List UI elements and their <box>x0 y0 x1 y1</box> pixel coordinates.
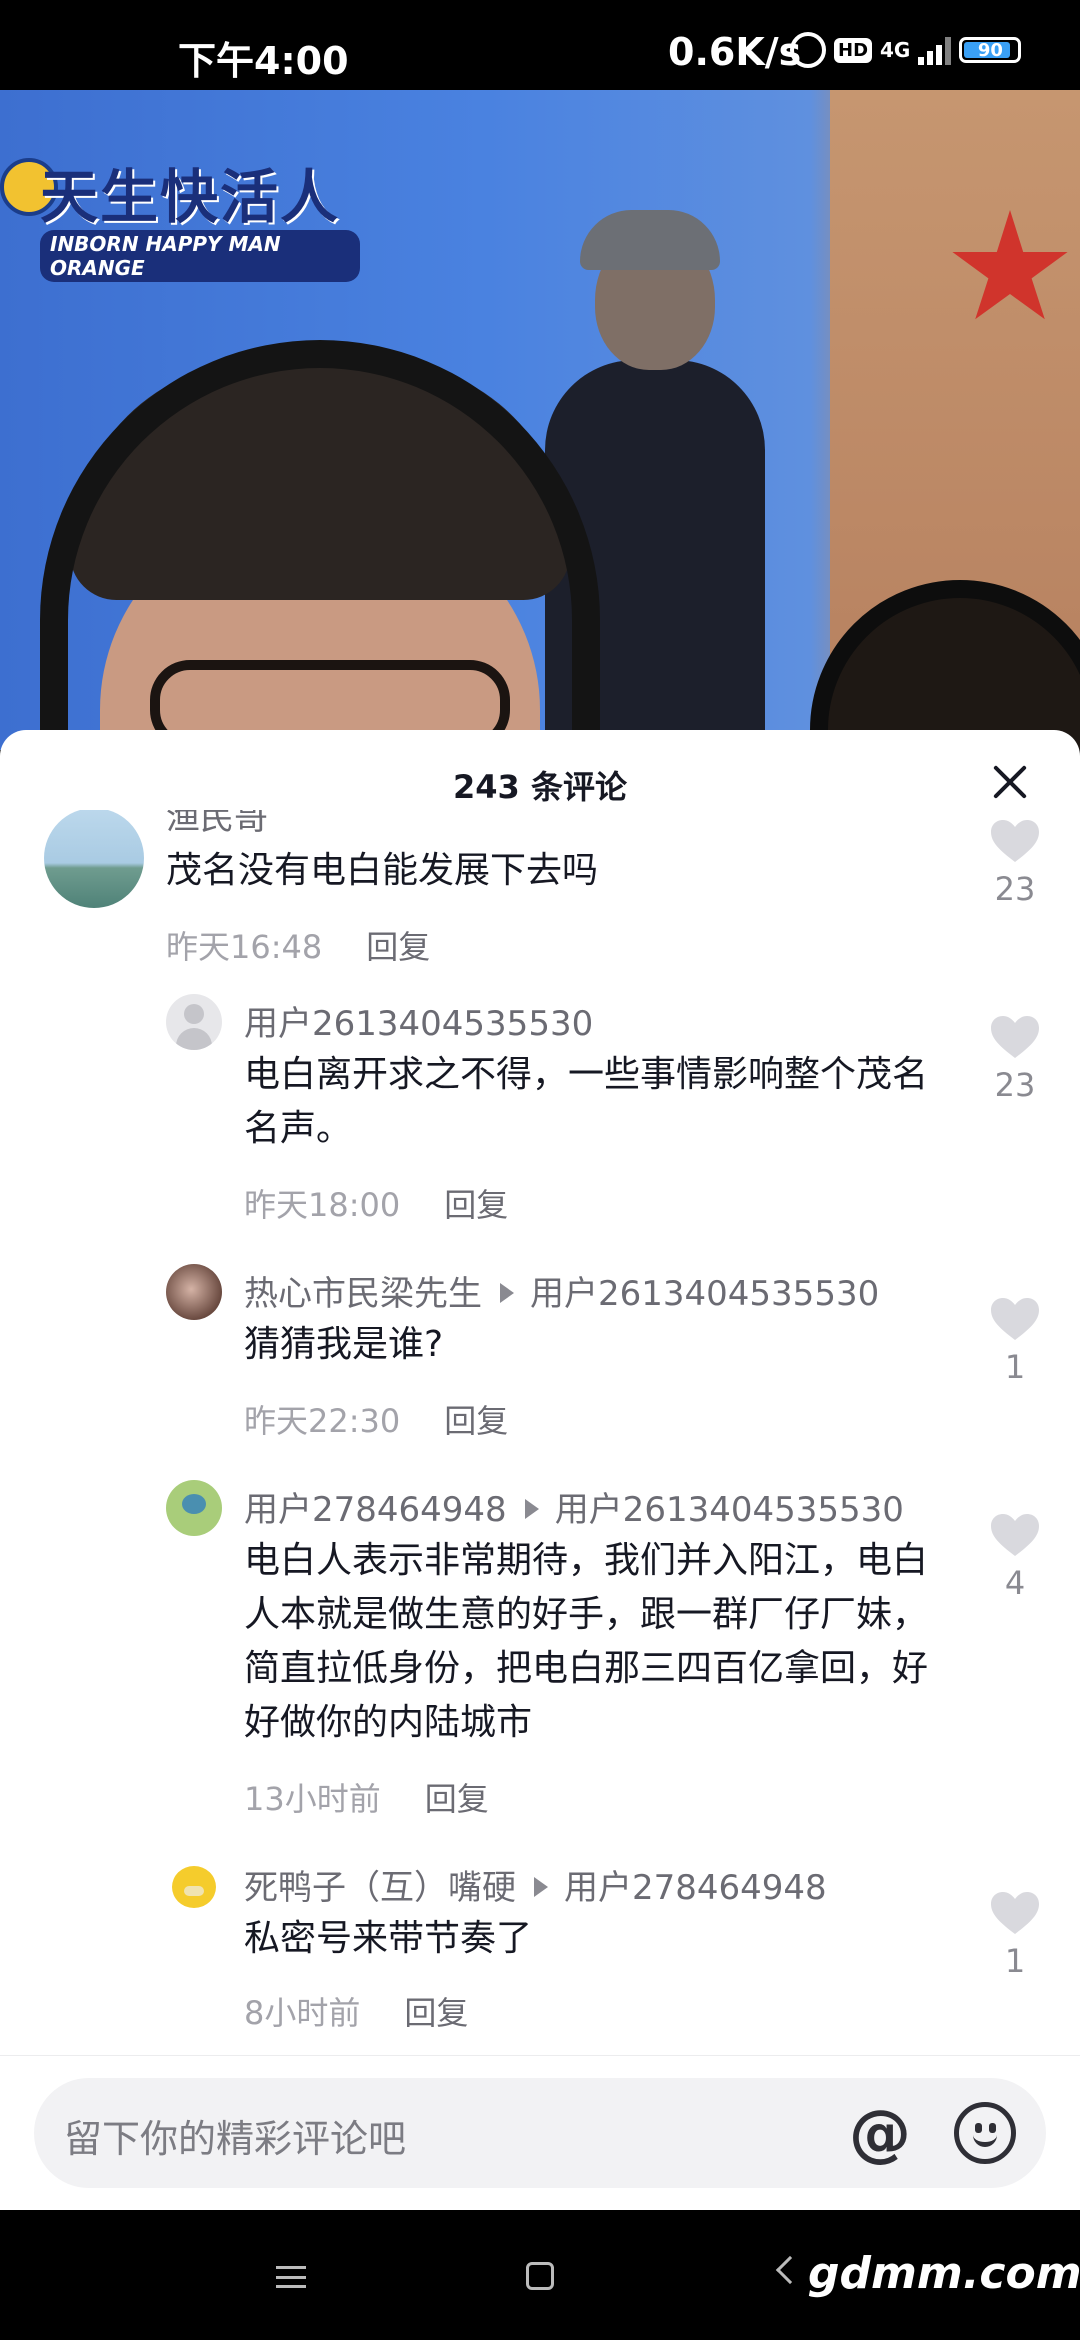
comment-text: 私密号来带节奏了 <box>244 1918 533 1959</box>
close-icon[interactable] <box>988 760 1032 804</box>
like-button[interactable]: 4 <box>980 1512 1050 1602</box>
heart-icon <box>991 820 1039 862</box>
reply-button[interactable]: 回复 <box>444 1186 508 1224</box>
comment-meta: 8小时前 回复 <box>244 1988 468 2034</box>
alarm-icon <box>790 32 826 68</box>
smiley-icon[interactable] <box>954 2102 1016 2164</box>
status-icons: HD 4G 90 <box>790 30 1022 70</box>
comment-text: 电白人表示非常期待，我们并入阳江，电白人本就是做生意的好手，跟一群厂仔厂妹，简直… <box>244 1540 929 1743</box>
hd-icon: HD <box>834 37 873 63</box>
system-nav-bar: gdmm.com <box>0 2210 1080 2340</box>
network-speed: 0.6K/s <box>668 30 802 74</box>
signal-icon <box>918 35 952 65</box>
comment-author[interactable]: 用户278464948 用户2613404535530 <box>244 1482 904 1531</box>
like-count: 1 <box>1004 1942 1026 1980</box>
reply-button[interactable]: 回复 <box>366 928 430 966</box>
like-count: 23 <box>994 1066 1036 1104</box>
like-button[interactable]: 1 <box>980 1296 1050 1386</box>
like-button[interactable]: 1 <box>980 1890 1050 1980</box>
status-bar: 下午4:00 0.6K/s HD 4G 90 <box>0 0 1080 90</box>
avatar[interactable] <box>166 1480 222 1536</box>
avatar[interactable] <box>166 1858 222 1914</box>
comment-text: 茂名没有电白能发展下去吗 <box>166 850 599 891</box>
heart-icon <box>991 1892 1039 1934</box>
heart-icon <box>991 1016 1039 1058</box>
comment-input[interactable]: 留下你的精彩评论吧 @ <box>34 2078 1046 2188</box>
show-title: 天生快活人 <box>40 163 341 231</box>
comment-sheet: 243 条评论 渔民哥 茂名没有电白能发展下去吗 昨天16:48 回复 23 用户… <box>0 730 1080 2210</box>
battery-icon: 90 <box>959 37 1022 63</box>
avatar[interactable] <box>166 994 222 1050</box>
avatar[interactable] <box>166 1264 222 1320</box>
comment-text: 电白离开求之不得，一些事情影响整个茂名名声。 <box>244 1054 929 1149</box>
reply-arrow-icon <box>524 1498 539 1519</box>
comment-time: 昨天22:30 <box>244 1402 401 1440</box>
network-type: 4G <box>880 38 911 62</box>
watermark: gdmm.com <box>808 2248 1080 2299</box>
comment-author[interactable]: 用户2613404535530 <box>244 996 593 1045</box>
comment-count-title: 243 条评论 <box>453 768 627 806</box>
comment-time: 昨天18:00 <box>244 1186 401 1224</box>
comment-text: 猜猜我是谁? <box>244 1324 444 1365</box>
reply-arrow-icon <box>534 1876 548 1897</box>
menu-icon[interactable] <box>276 2266 306 2288</box>
heart-icon <box>991 1298 1039 1340</box>
like-button[interactable]: 23 <box>980 1014 1050 1104</box>
video-player[interactable]: 天生快活人 INBORN HAPPY MAN ORANGE <box>0 90 1080 750</box>
reply-arrow-icon <box>500 1282 514 1303</box>
comment-time: 昨天16:48 <box>166 928 323 966</box>
comment-meta: 昨天18:00 回复 <box>244 1180 508 1226</box>
host-person <box>40 340 600 750</box>
comment-meta: 13小时前 回复 <box>244 1774 489 1820</box>
comment-author[interactable]: 热心市民梁先生 用户2613404535530 <box>244 1266 879 1315</box>
home-icon[interactable] <box>526 2262 554 2290</box>
comment-input-placeholder: 留下你的精彩评论吧 <box>64 2117 407 2161</box>
comment-author[interactable]: 渔民哥 <box>166 810 268 839</box>
like-count: 4 <box>1004 1564 1026 1602</box>
back-icon[interactable] <box>775 2255 805 2285</box>
like-count: 1 <box>1004 1348 1026 1386</box>
battery-level: 90 <box>977 39 1003 61</box>
comment-list[interactable]: 渔民哥 茂名没有电白能发展下去吗 昨天16:48 回复 23 用户26134045… <box>0 810 1080 2085</box>
show-subtitle: INBORN HAPPY MAN ORANGE <box>40 230 360 282</box>
comment-meta: 昨天16:48 回复 <box>166 922 430 968</box>
like-button[interactable]: 23 <box>980 818 1050 908</box>
reply-button[interactable]: 回复 <box>425 1780 489 1818</box>
comment-input-bar: 留下你的精彩评论吧 @ <box>0 2055 1080 2210</box>
heart-icon <box>991 1514 1039 1556</box>
comment-time: 8小时前 <box>244 1994 361 2032</box>
reply-button[interactable]: 回复 <box>404 1994 468 2032</box>
avatar[interactable] <box>44 810 144 908</box>
reply-button[interactable]: 回复 <box>444 1402 508 1440</box>
at-icon[interactable]: @ <box>849 2096 911 2169</box>
show-banner: 天生快活人 INBORN HAPPY MAN ORANGE <box>0 130 360 282</box>
comment-author[interactable]: 死鸭子（互）嘴硬 用户278464948 <box>244 1860 827 1909</box>
like-count: 23 <box>994 870 1036 908</box>
comment-time: 13小时前 <box>244 1780 381 1818</box>
comment-meta: 昨天22:30 回复 <box>244 1396 508 1442</box>
status-time: 下午4:00 <box>178 39 349 83</box>
